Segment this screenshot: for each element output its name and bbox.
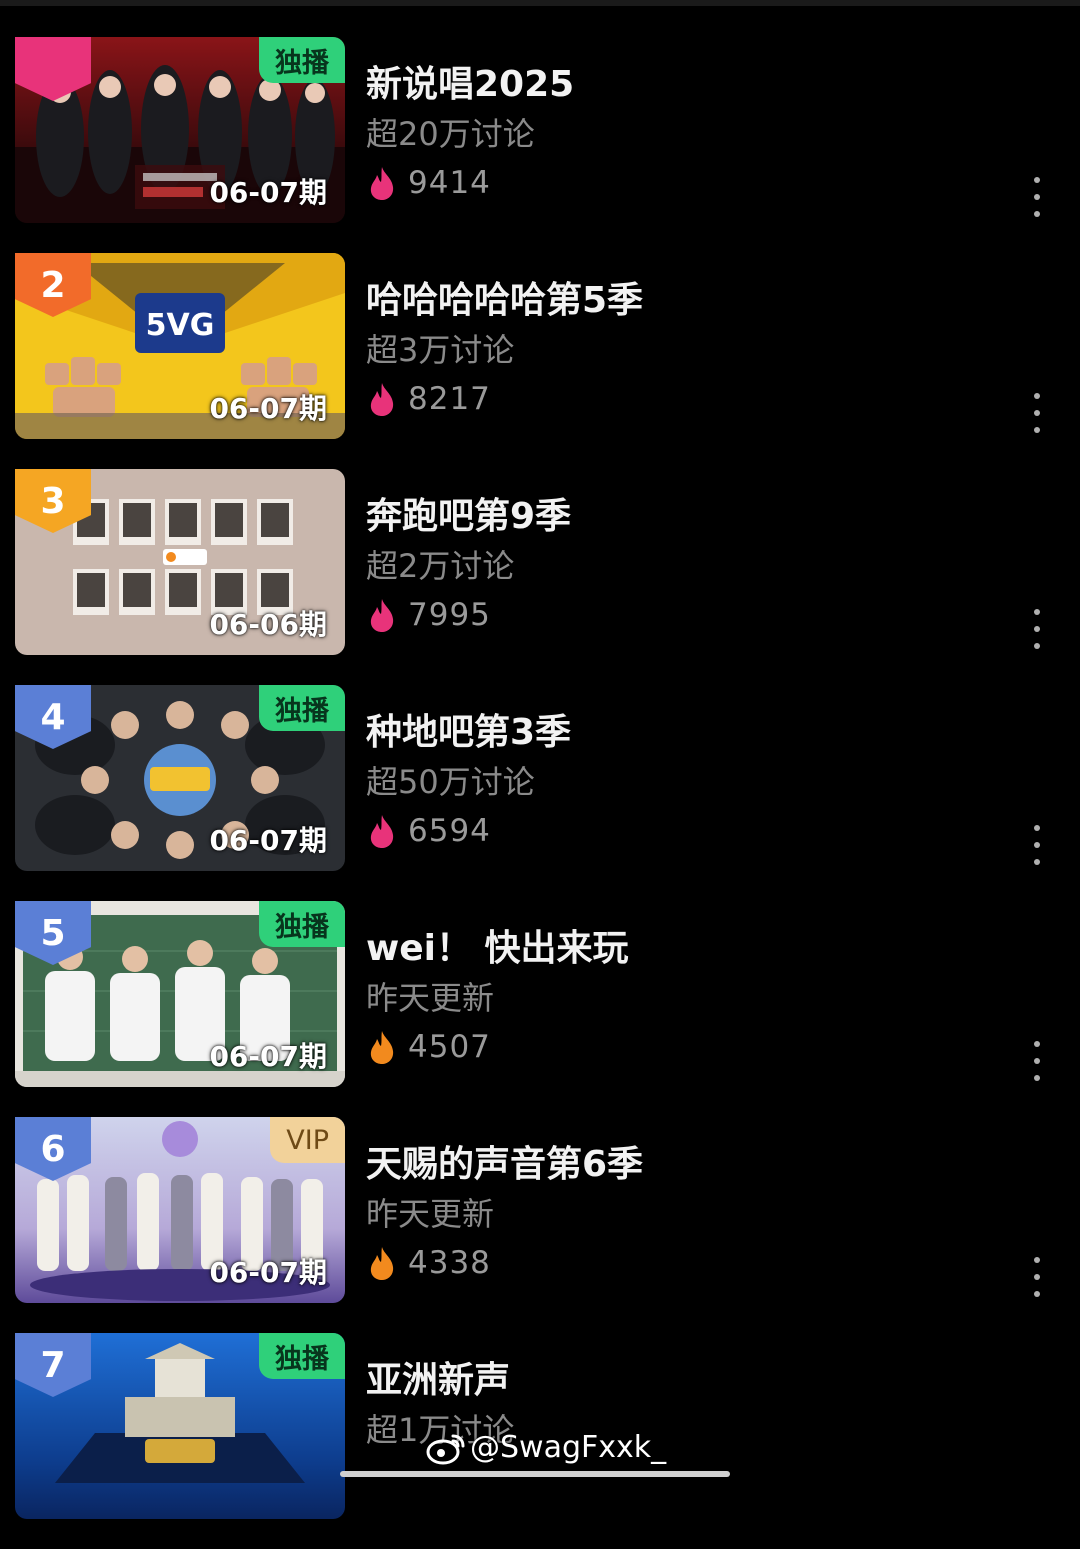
- show-title[interactable]: 天赐的声音第6季: [366, 1135, 643, 1187]
- show-subtitle: 超20万讨论: [366, 115, 535, 153]
- heat-value: 7995: [408, 597, 491, 633]
- heat-value: 8217: [408, 381, 491, 417]
- watermark-handle: @SwagFxxk_: [470, 1430, 667, 1465]
- episode-label: 06-06期: [209, 608, 327, 641]
- more-vertical-icon[interactable]: [1026, 609, 1048, 649]
- heat-value: 9414: [408, 165, 491, 201]
- show-title[interactable]: 种地吧第3季: [366, 703, 571, 755]
- flame-icon: [370, 815, 394, 848]
- episode-label: 06-07期: [209, 392, 327, 425]
- flame-icon: [370, 599, 394, 632]
- more-vertical-icon[interactable]: [1026, 1257, 1048, 1297]
- heat-value: 4507: [408, 1029, 491, 1065]
- show-subtitle: 昨天更新: [366, 1195, 495, 1233]
- vip-badge: VIP: [270, 1117, 345, 1163]
- episode-label: 06-07期: [209, 1256, 327, 1289]
- more-vertical-icon[interactable]: [1026, 393, 1048, 433]
- list-item[interactable]: 5VG 06-07期 2 哈哈哈哈哈第5季 超3万讨论 8217: [0, 253, 1080, 469]
- flame-icon: [370, 167, 394, 200]
- exclusive-badge: 独播: [259, 37, 345, 83]
- exclusive-badge: 独播: [259, 901, 345, 947]
- svg-text:5VG: 5VG: [146, 308, 215, 343]
- heat-score: 4507: [366, 1029, 491, 1065]
- more-vertical-icon[interactable]: [1026, 177, 1048, 217]
- show-subtitle: 超50万讨论: [366, 763, 535, 801]
- heat-score: 4338: [366, 1245, 491, 1281]
- show-subtitle: 超2万讨论: [366, 547, 515, 585]
- list-item[interactable]: 独播 06-07期 5 wei！ 快出来玩 昨天更新 4507: [0, 901, 1080, 1117]
- heat-value: 4338: [408, 1245, 491, 1281]
- show-subtitle: 超3万讨论: [366, 331, 515, 369]
- show-subtitle: 昨天更新: [366, 979, 495, 1017]
- list-item[interactable]: 独播 06-07期 4 种地吧第3季 超50万讨论 6594: [0, 685, 1080, 901]
- more-vertical-icon[interactable]: [1026, 1041, 1048, 1081]
- show-title[interactable]: 奔跑吧第9季: [366, 487, 571, 539]
- exclusive-badge: 独播: [259, 1333, 345, 1379]
- flame-icon: [370, 1247, 394, 1280]
- list-item[interactable]: 06-06期 3 奔跑吧第9季 超2万讨论 7995: [0, 469, 1080, 685]
- variety-show-ranking-list: 独播 06-07期 新说唱2025 超20万讨论 9414 5VG 06-07期…: [0, 37, 1080, 1549]
- show-title[interactable]: 亚洲新声: [366, 1351, 510, 1403]
- episode-label: 06-07期: [209, 176, 327, 209]
- show-title[interactable]: 哈哈哈哈哈第5季: [366, 271, 643, 323]
- episode-label: 06-07期: [209, 824, 327, 857]
- exclusive-badge: 独播: [259, 685, 345, 731]
- heat-value: 6594: [408, 813, 491, 849]
- flame-icon: [370, 1031, 394, 1064]
- heat-score: 7995: [366, 597, 491, 633]
- weibo-watermark: @SwagFxxk_: [426, 1430, 666, 1465]
- show-title[interactable]: 新说唱2025: [366, 55, 574, 107]
- weibo-logo-icon: [426, 1434, 465, 1464]
- heat-score: 6594: [366, 813, 491, 849]
- home-indicator[interactable]: [340, 1471, 730, 1477]
- list-item[interactable]: 独播 06-07期 新说唱2025 超20万讨论 9414: [0, 37, 1080, 253]
- status-divider: [0, 0, 1080, 6]
- more-vertical-icon[interactable]: [1026, 825, 1048, 865]
- heat-score: 8217: [366, 381, 491, 417]
- list-item[interactable]: VIP 06-07期 6 天赐的声音第6季 昨天更新 4338: [0, 1117, 1080, 1333]
- show-title[interactable]: wei！ 快出来玩: [366, 919, 629, 971]
- flame-icon: [370, 383, 394, 416]
- episode-label: 06-07期: [209, 1040, 327, 1073]
- heat-score: 9414: [366, 165, 491, 201]
